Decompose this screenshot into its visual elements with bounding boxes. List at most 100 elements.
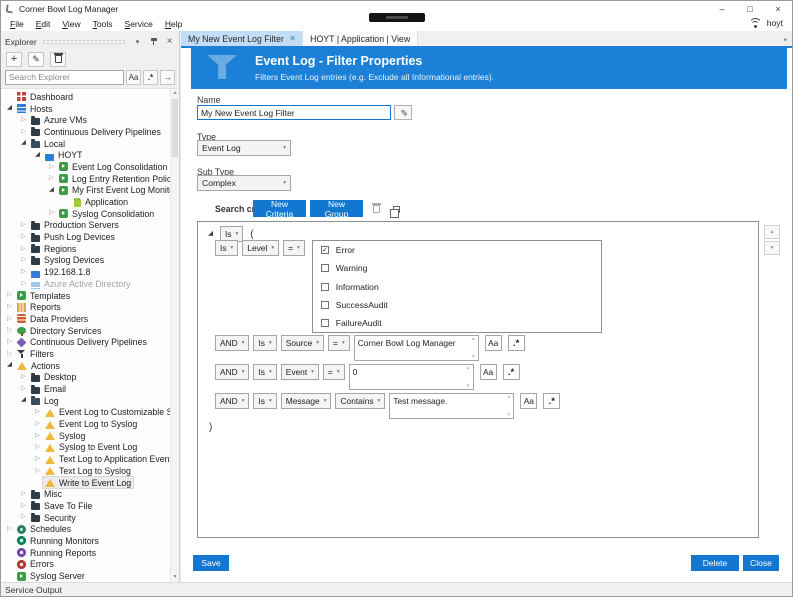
tree-item[interactable]: Actions — [1, 360, 179, 372]
type-select[interactable]: Event Log — [197, 140, 291, 156]
tab-overflow-icon[interactable]: ▾ — [783, 36, 787, 44]
closed-expander-icon[interactable] — [4, 292, 15, 299]
tree-item[interactable]: 192.168.1.8 — [1, 266, 179, 278]
closed-expander-icon[interactable] — [32, 456, 43, 463]
tree-item[interactable]: Dashboard — [1, 91, 179, 103]
menu-item-help[interactable]: Help — [159, 19, 188, 29]
closed-expander-icon[interactable] — [46, 164, 57, 171]
open-expander-icon[interactable] — [4, 105, 15, 112]
move-up-button[interactable]: ▲ — [764, 225, 780, 239]
criteria-value-input[interactable]: Test message.▲▼ — [389, 393, 514, 419]
panel-close-button[interactable] — [164, 36, 175, 47]
user-badge[interactable]: hoyt — [749, 18, 783, 28]
tree-item[interactable]: Syslog Server — [1, 570, 179, 582]
closed-expander-icon[interactable] — [18, 246, 29, 253]
closed-expander-icon[interactable] — [18, 514, 29, 521]
tree-item[interactable]: Azure VMs — [1, 114, 179, 126]
regex-button[interactable]: .* — [508, 335, 525, 351]
tab-close-icon[interactable]: × — [290, 34, 295, 43]
regex-button[interactable]: .* — [143, 70, 158, 85]
tree-item[interactable]: Reports — [1, 301, 179, 313]
name-input[interactable] — [197, 105, 391, 120]
level-option[interactable]: Warning — [313, 259, 601, 277]
tab-1[interactable]: My New Event Log Filter× — [181, 31, 303, 46]
search-input[interactable] — [5, 70, 124, 85]
criteria-value-input[interactable]: 0▲▼ — [349, 364, 474, 390]
menu-item-file[interactable]: File — [4, 19, 30, 29]
open-expander-icon[interactable] — [18, 397, 29, 404]
tree-item[interactable]: Running Reports — [1, 547, 179, 559]
closed-expander-icon[interactable] — [4, 316, 15, 323]
move-down-button[interactable]: ▼ — [764, 241, 780, 255]
comparison-dropdown[interactable]: Contains — [335, 393, 385, 409]
delete-button[interactable] — [50, 52, 66, 67]
closed-expander-icon[interactable] — [18, 386, 29, 393]
subtype-select[interactable]: Complex — [197, 175, 291, 191]
tree-item[interactable]: Event Log to Syslog — [1, 418, 179, 430]
match-case-button[interactable]: Aa — [520, 393, 537, 409]
field-dropdown[interactable]: Level — [242, 240, 279, 256]
closed-expander-icon[interactable] — [18, 503, 29, 510]
closed-expander-icon[interactable] — [4, 351, 15, 358]
new-criteria-button[interactable]: New Criteria — [253, 200, 306, 217]
tree-item[interactable]: Continuous Delivery Pipelines — [1, 126, 179, 138]
regex-button[interactable]: .* — [543, 393, 560, 409]
closed-expander-icon[interactable] — [18, 222, 29, 229]
open-expander-icon[interactable] — [32, 152, 43, 159]
tree-item[interactable]: Continuous Delivery Pipelines — [1, 336, 179, 348]
close-page-button[interactable]: Close — [743, 555, 779, 571]
scroll-up-icon[interactable]: ▲ — [171, 89, 179, 98]
operator-dropdown[interactable]: Is — [253, 393, 276, 409]
tree-scrollbar[interactable]: ▲ ▼ — [170, 89, 179, 582]
field-dropdown[interactable]: Event — [281, 364, 319, 380]
closed-expander-icon[interactable] — [32, 433, 43, 440]
add-button[interactable] — [6, 52, 22, 67]
comparison-dropdown[interactable]: = — [283, 240, 305, 256]
menu-item-service[interactable]: Service — [119, 19, 159, 29]
close-window-button[interactable]: × — [764, 1, 792, 17]
tree-item[interactable]: HOYT — [1, 149, 179, 161]
tree-item[interactable]: Log — [1, 395, 179, 407]
menu-item-edit[interactable]: Edit — [30, 19, 57, 29]
tree-item[interactable]: Errors — [1, 559, 179, 571]
tree-item[interactable]: Write to Event Log — [1, 477, 179, 489]
tree-item[interactable]: Security — [1, 512, 179, 524]
tree-item[interactable]: My First Event Log Monitor — [1, 185, 179, 197]
operator-dropdown[interactable]: Is — [215, 240, 238, 256]
tree-item[interactable]: Local — [1, 138, 179, 150]
closed-expander-icon[interactable] — [46, 210, 57, 217]
tree-item[interactable]: Save To File — [1, 500, 179, 512]
closed-expander-icon[interactable] — [18, 491, 29, 498]
tree-item[interactable]: Templates — [1, 290, 179, 302]
closed-expander-icon[interactable] — [4, 304, 15, 311]
closed-expander-icon[interactable] — [18, 257, 29, 264]
tree-item[interactable]: Azure Active Directory — [1, 278, 179, 290]
tree-item[interactable]: Push Log Devices — [1, 231, 179, 243]
criteria-value-input[interactable]: Corner Bowl Log Manager▲▼ — [354, 335, 479, 361]
panel-pin-button[interactable] — [148, 36, 159, 47]
field-dropdown[interactable]: Message — [281, 393, 332, 409]
comparison-dropdown[interactable]: = — [323, 364, 345, 380]
level-option[interactable]: ✓Error — [313, 241, 601, 259]
closed-expander-icon[interactable] — [4, 327, 15, 334]
tree-item[interactable]: Event Log to Customizable Syslog — [1, 407, 179, 419]
tree-item[interactable]: Syslog to Event Log — [1, 442, 179, 454]
tree-item[interactable]: Syslog Consolidation — [1, 208, 179, 220]
level-option[interactable]: SuccessAudit — [313, 296, 601, 314]
operator-dropdown[interactable]: Is — [253, 364, 276, 380]
closed-expander-icon[interactable] — [18, 234, 29, 241]
tree-item[interactable]: Log Entry Retention Policy — [1, 173, 179, 185]
join-operator-dropdown[interactable]: AND — [215, 335, 249, 351]
tree-item[interactable]: Syslog — [1, 430, 179, 442]
tree-item[interactable]: Desktop — [1, 372, 179, 384]
new-group-button[interactable]: New Group — [310, 200, 363, 217]
regex-button[interactable]: .* — [503, 364, 520, 380]
tree-item[interactable]: Text Log to Application Event Log — [1, 453, 179, 465]
search-go-button[interactable] — [160, 70, 175, 85]
checkbox-unchecked-icon[interactable] — [321, 264, 329, 272]
delete-filter-button[interactable]: Delete — [691, 555, 739, 571]
closed-expander-icon[interactable] — [32, 421, 43, 428]
closed-expander-icon[interactable] — [32, 444, 43, 451]
tree-item[interactable]: Directory Services — [1, 325, 179, 337]
closed-expander-icon[interactable] — [18, 281, 29, 288]
